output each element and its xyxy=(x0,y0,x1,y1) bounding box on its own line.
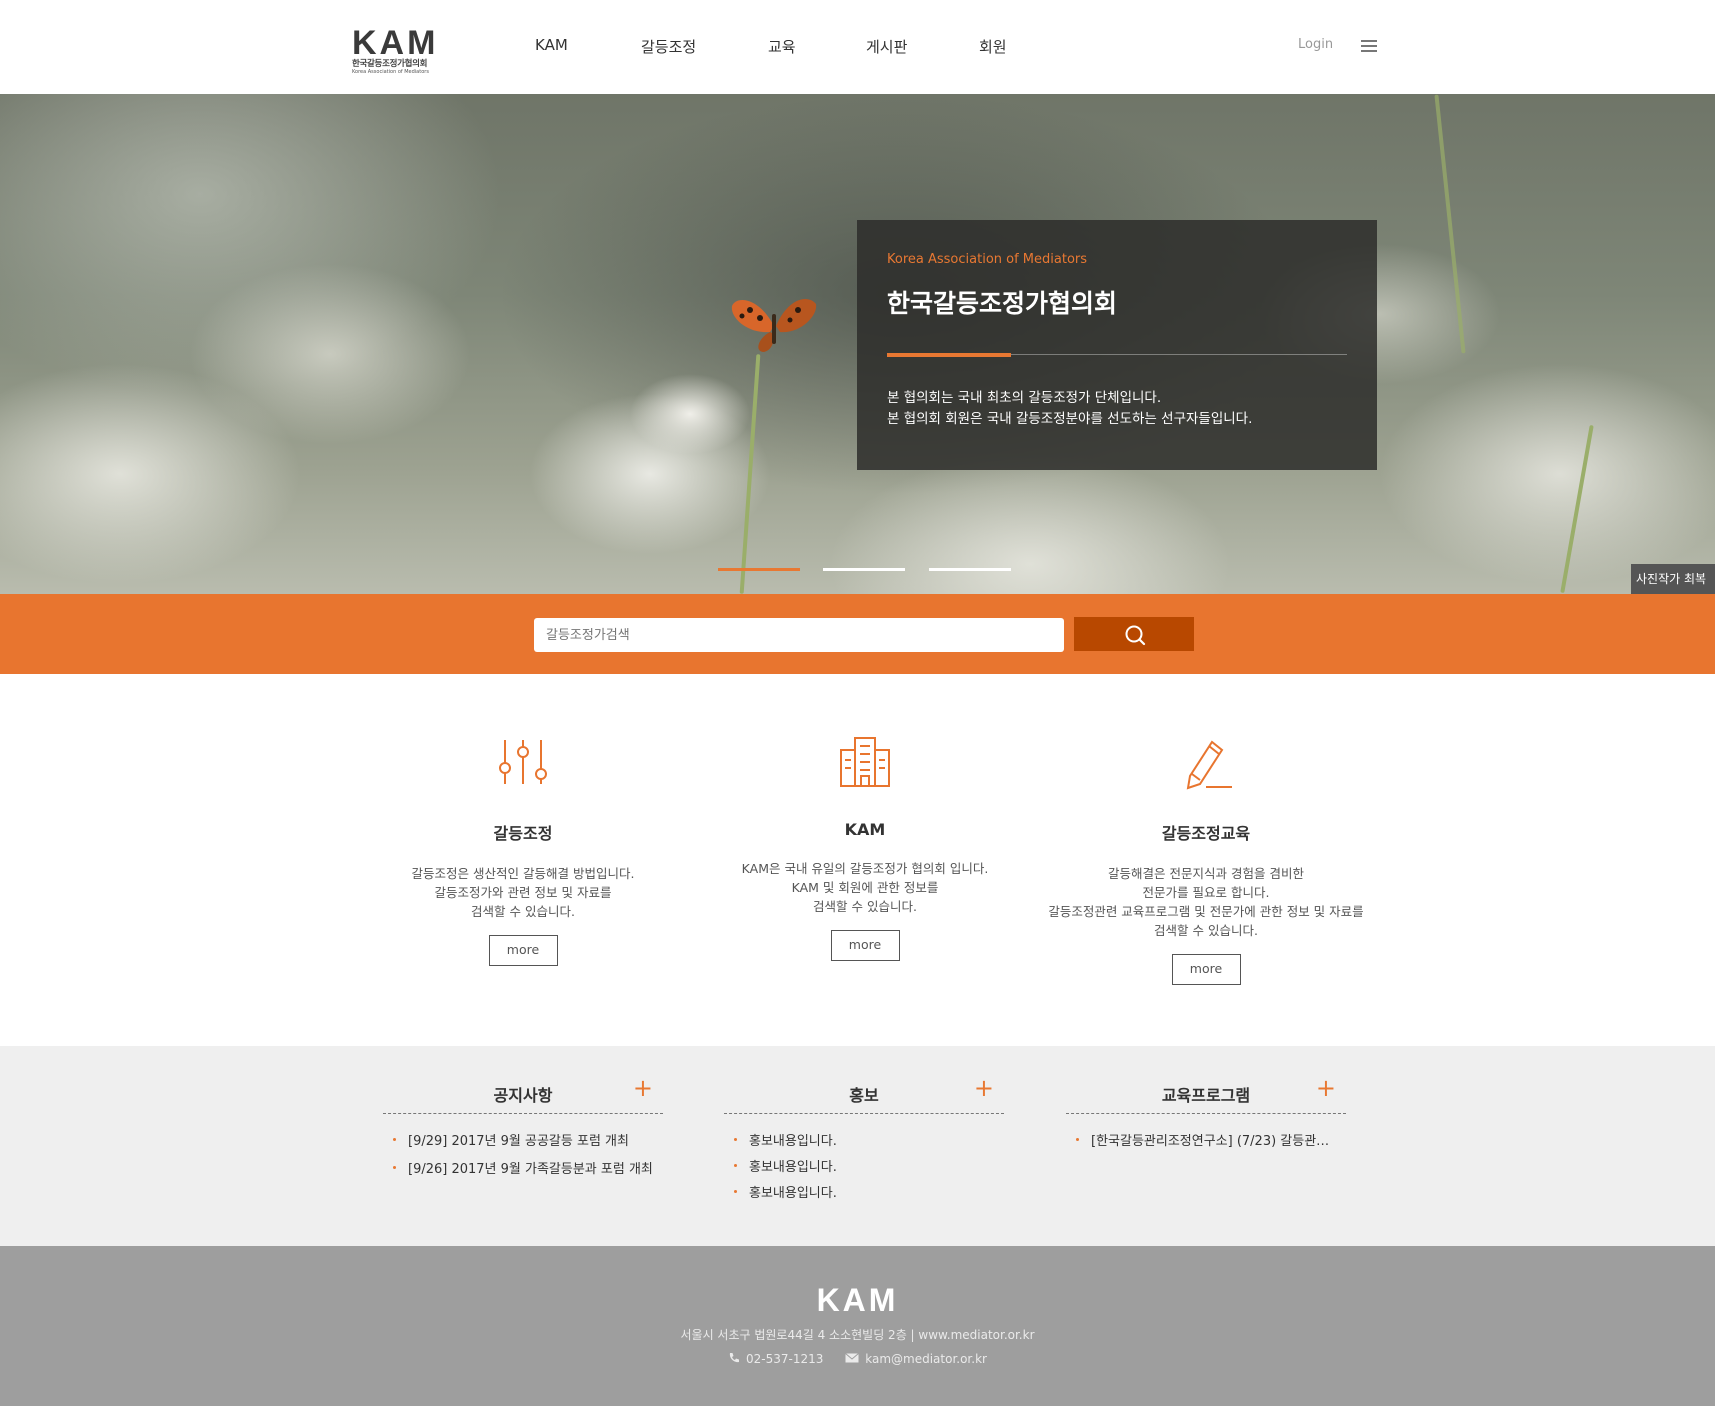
feature-title: 갈등조정 xyxy=(493,824,553,843)
board-list: [한국갈등관리조정연구소] (7/23) 갈등관… xyxy=(1066,1130,1346,1149)
feature-desc-line: 전문가를 필요로 합니다. xyxy=(1142,885,1270,900)
hero-description-line: 본 협의회 회원은 국내 갈등조정분야를 선도하는 선구자들입니다. xyxy=(887,411,1253,427)
feature-title: KAM xyxy=(844,820,886,839)
nav-item-education[interactable]: 교육 xyxy=(768,36,796,57)
search-button[interactable] xyxy=(1074,617,1194,651)
slide-indicator-3[interactable] xyxy=(929,568,1011,571)
hero-description-line: 본 협의회는 국내 최초의 갈등조정가 단체입니다. xyxy=(887,390,1162,406)
email-address[interactable]: kam@mediator.or.kr xyxy=(865,1352,987,1366)
login-link[interactable]: Login xyxy=(1298,37,1333,52)
logo-english: Korea Association of Mediators xyxy=(352,69,429,75)
boards-section: 공지사항 + [9/29] 2017년 9월 공공갈등 포럼 개최 [9/26]… xyxy=(0,1046,1715,1246)
nav-item-board[interactable]: 게시판 xyxy=(866,36,907,57)
nav-item-member[interactable]: 회원 xyxy=(979,36,1007,57)
feature-mediation: 갈등조정 갈등조정은 생산적인 갈등해결 방법입니다. 갈등조정가와 관련 정보… xyxy=(343,732,703,966)
board-list: [9/29] 2017년 9월 공공갈등 포럼 개최 [9/26] 2017년 … xyxy=(383,1130,663,1177)
board-header: 홍보 + xyxy=(724,1076,1004,1114)
footer: KAM 서울시 서초구 법원로44길 4 소소현빌딩 2층 | www.medi… xyxy=(0,1246,1715,1406)
more-button[interactable]: more xyxy=(488,935,558,966)
plus-icon[interactable]: + xyxy=(974,1076,994,1100)
nav-item-mediation[interactable]: 갈등조정 xyxy=(641,36,696,57)
feature-desc-line: 갈등조정관련 교육프로그램 및 전문가에 관한 정보 및 자료를 xyxy=(1048,904,1364,919)
board-list: 홍보내용입니다. 홍보내용입니다. 홍보내용입니다. xyxy=(724,1130,1004,1201)
flower-stem xyxy=(1434,94,1466,354)
feature-desc-line: KAM 및 회원에 관한 정보를 xyxy=(791,880,939,895)
flower-stem xyxy=(1560,424,1594,594)
board-title[interactable]: 공지사항 xyxy=(494,1086,553,1105)
list-item[interactable]: 홍보내용입니다. xyxy=(724,1156,1004,1175)
search-icon xyxy=(1125,625,1146,646)
footer-contacts: 02-537-1213 kam@mediator.or.kr xyxy=(0,1352,1715,1366)
phone-number: 02-537-1213 xyxy=(746,1352,824,1366)
search-bar xyxy=(0,594,1715,674)
feature-desc-line: 검색할 수 있습니다. xyxy=(1154,923,1258,938)
list-item[interactable]: [9/29] 2017년 9월 공공갈등 포럼 개최 xyxy=(383,1130,663,1149)
flower-stem xyxy=(739,354,761,594)
feature-kam: KAM KAM은 국내 유일의 갈등조정가 협의회 입니다. KAM 및 회원에… xyxy=(685,732,1045,961)
butterfly-image xyxy=(731,299,817,352)
board-education-program: 교육프로그램 + [한국갈등관리조정연구소] (7/23) 갈등관… xyxy=(1066,1076,1346,1158)
feature-desc-line: 갈등조정은 생산적인 갈등해결 방법입니다. xyxy=(411,866,635,881)
list-item[interactable]: 홍보내용입니다. xyxy=(724,1130,1004,1149)
pencil-icon xyxy=(1186,740,1232,790)
hero-slider: Korea Association of Mediators 한국갈등조정가협의… xyxy=(0,94,1715,594)
feature-education: 갈등조정교육 갈등해결은 전문지식과 경험을 겸비한 전문가를 필요로 합니다.… xyxy=(1026,732,1386,985)
feature-desc-line: KAM은 국내 유일의 갈등조정가 협의회 입니다. xyxy=(741,861,989,876)
hero-title: 한국갈등조정가협의회 xyxy=(887,289,1118,318)
feature-description: 갈등조정은 생산적인 갈등해결 방법입니다. 갈등조정가와 관련 정보 및 자료… xyxy=(343,864,703,921)
board-promotion: 홍보 + 홍보내용입니다. 홍보내용입니다. 홍보내용입니다. xyxy=(724,1076,1004,1210)
header: KAM 한국갈등조정가협의회 Korea Association of Medi… xyxy=(0,0,1715,94)
footer-address: 서울시 서초구 법원로44길 4 소소현빌딩 2층 | www.mediator… xyxy=(680,1328,1035,1342)
email-contact: kam@mediator.or.kr xyxy=(845,1352,987,1366)
photo-credit: 사진작가 최복 xyxy=(1631,564,1715,594)
hero-description: 본 협의회는 국내 최초의 갈등조정가 단체입니다. 본 협의회 회원은 국내 … xyxy=(887,388,1252,430)
search-input[interactable] xyxy=(534,618,1064,652)
slide-indicator-2[interactable] xyxy=(823,568,905,571)
hero-subtitle: Korea Association of Mediators xyxy=(887,252,1088,267)
feature-desc-line: 검색할 수 있습니다. xyxy=(471,904,575,919)
list-item[interactable]: [한국갈등관리조정연구소] (7/23) 갈등관… xyxy=(1066,1130,1346,1149)
plus-icon[interactable]: + xyxy=(1316,1076,1336,1100)
board-title[interactable]: 홍보 xyxy=(849,1086,878,1105)
feature-description: KAM은 국내 유일의 갈등조정가 협의회 입니다. KAM 및 회원에 관한 … xyxy=(685,859,1045,916)
hero-caption-box: Korea Association of Mediators 한국갈등조정가협의… xyxy=(857,220,1377,470)
divider-accent xyxy=(887,353,1011,357)
hamburger-icon[interactable] xyxy=(1361,40,1377,53)
phone-icon xyxy=(729,1353,740,1363)
phone-contact: 02-537-1213 xyxy=(728,1352,827,1366)
nav-item-kam[interactable]: KAM xyxy=(535,36,568,54)
list-item[interactable]: [9/26] 2017년 9월 가족갈등분과 포럼 개최 xyxy=(383,1158,663,1177)
plus-icon[interactable]: + xyxy=(633,1076,653,1100)
board-title[interactable]: 교육프로그램 xyxy=(1162,1086,1250,1105)
mail-icon xyxy=(845,1353,860,1363)
board-notice: 공지사항 + [9/29] 2017년 9월 공공갈등 포럼 개최 [9/26]… xyxy=(383,1076,663,1186)
slide-indicator-1[interactable] xyxy=(718,568,800,571)
board-header: 공지사항 + xyxy=(383,1076,663,1114)
feature-desc-line: 검색할 수 있습니다. xyxy=(813,899,917,914)
features-section: 갈등조정 갈등조정은 생산적인 갈등해결 방법입니다. 갈등조정가와 관련 정보… xyxy=(0,674,1715,1046)
feature-description: 갈등해결은 전문지식과 경험을 겸비한 전문가를 필요로 합니다. 갈등조정관련… xyxy=(1026,864,1386,940)
more-button[interactable]: more xyxy=(830,930,900,961)
feature-desc-line: 갈등해결은 전문지식과 경험을 겸비한 xyxy=(1108,866,1304,881)
logo[interactable]: KAM 한국갈등조정가협의회 Korea Association of Medi… xyxy=(352,24,447,75)
feature-desc-line: 갈등조정가와 관련 정보 및 자료를 xyxy=(434,885,612,900)
footer-logo: KAM xyxy=(816,1282,899,1318)
more-button[interactable]: more xyxy=(1171,954,1241,985)
logo-main: KAM xyxy=(352,24,439,62)
sliders-icon xyxy=(499,740,547,784)
feature-title: 갈등조정교육 xyxy=(1161,824,1251,843)
building-icon xyxy=(840,737,890,787)
board-header: 교육프로그램 + xyxy=(1066,1076,1346,1114)
list-item[interactable]: 홍보내용입니다. xyxy=(724,1182,1004,1201)
